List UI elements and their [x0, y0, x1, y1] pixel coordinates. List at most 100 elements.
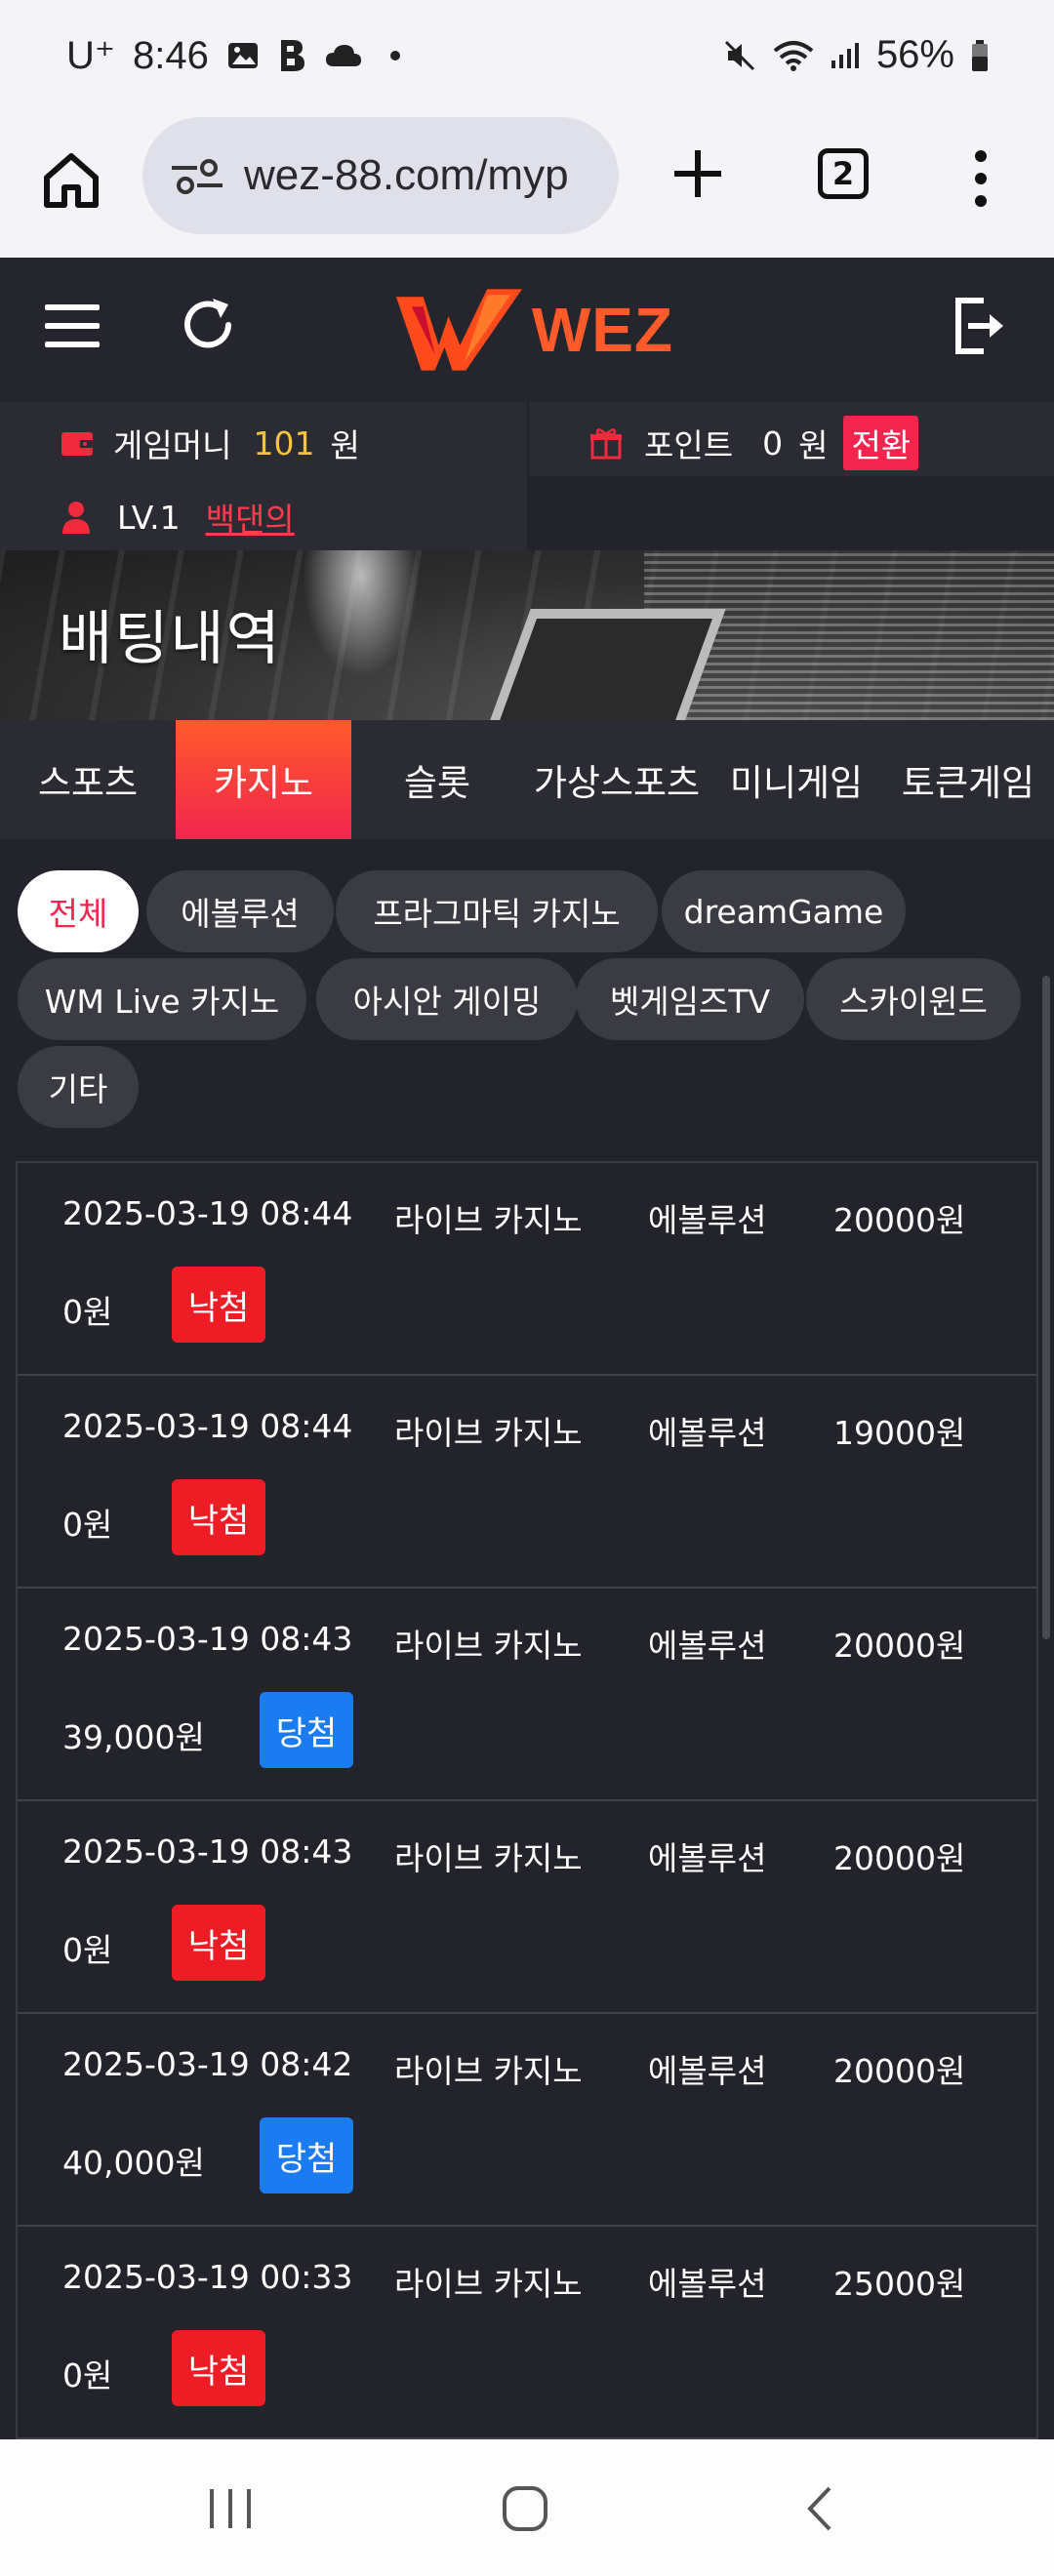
battery-percent: 56%	[875, 33, 954, 76]
bet-payout: 0원	[62, 1293, 113, 1331]
chip-wm-live[interactable]: WM Live 카지노	[18, 958, 306, 1040]
bet-datetime: 2025-03-19 08:43	[62, 1620, 353, 1658]
b-app-notification-icon	[280, 40, 304, 71]
bet-game-type: 라이브 카지노	[394, 1627, 583, 1665]
bet-amount: 20000원	[833, 1627, 966, 1665]
site-header: WEZ	[0, 258, 1054, 402]
chip-betgames[interactable]: 벳게임즈TV	[576, 958, 804, 1040]
bet-row[interactable]: 2025-03-19 08:43 라이브 카지노 에볼루션 20000원 39,…	[18, 1589, 1036, 1801]
bet-payout: 0원	[62, 2356, 113, 2395]
bet-payout: 39,000원	[62, 1718, 205, 1756]
bet-result-badge: 당첨	[260, 1692, 353, 1768]
page-title: 배팅내역	[59, 605, 282, 673]
browser-menu-button[interactable]	[966, 144, 995, 213]
chip-other[interactable]: 기타	[18, 1046, 139, 1128]
bet-payout: 40,000원	[62, 2144, 205, 2182]
page-scrollbar[interactable]	[1042, 976, 1050, 1639]
category-tabs: 스포츠 카지노 슬롯 가상스포츠 미니게임 토큰게임	[0, 720, 1054, 839]
bet-amount: 20000원	[833, 1201, 966, 1239]
home-nav-button[interactable]	[486, 2475, 564, 2543]
tab-casino[interactable]: 카지노	[176, 720, 351, 839]
point-switch-button[interactable]: 전환	[843, 416, 919, 470]
chip-dreamgame[interactable]: dreamGame	[662, 870, 906, 952]
bet-provider: 에볼루션	[648, 1201, 767, 1239]
point-row: 포인트 0 원 전환	[589, 416, 919, 470]
chip-asian-gaming[interactable]: 아시안 게이밍	[316, 958, 578, 1040]
point-label: 포인트	[644, 426, 734, 464]
notification-dot-icon	[389, 51, 400, 60]
user-icon	[62, 502, 90, 534]
signal-icon	[831, 42, 859, 68]
bet-row[interactable]: 2025-03-19 00:33 라이브 카지노 에볼루션 25000원 0원 …	[18, 2227, 1036, 2439]
system-nav-bar	[0, 2439, 1054, 2576]
bet-datetime: 2025-03-19 08:42	[62, 2045, 353, 2083]
recent-apps-button[interactable]	[191, 2475, 269, 2543]
hamburger-line-icon	[45, 342, 100, 347]
new-tab-button[interactable]	[664, 144, 732, 213]
bet-amount: 20000원	[833, 2052, 966, 2090]
bet-game-type: 라이브 카지노	[394, 1839, 583, 1877]
bet-row[interactable]: 2025-03-19 08:42 라이브 카지노 에볼루션 20000원 40,…	[18, 2014, 1036, 2227]
bet-row[interactable]: 2025-03-19 08:44 라이브 카지노 에볼루션 20000원 0원 …	[18, 1163, 1036, 1376]
bet-row[interactable]: 2025-03-19 08:44 라이브 카지노 에볼루션 19000원 0원 …	[18, 1376, 1036, 1589]
site-settings-icon[interactable]	[168, 156, 226, 195]
logout-icon[interactable]	[953, 297, 1007, 355]
bet-game-type: 라이브 카지노	[394, 2052, 583, 2090]
home-icon	[44, 153, 99, 208]
tab-slot[interactable]: 슬롯	[351, 720, 523, 839]
carrier-label: U⁺	[66, 34, 115, 77]
point-value: 0	[762, 423, 784, 463]
chip-skywind[interactable]: 스카이윈드	[806, 958, 1021, 1040]
kebab-dot-icon	[975, 173, 987, 184]
wifi-icon	[773, 40, 814, 71]
status-right: 56%	[722, 33, 990, 77]
bet-game-type: 라이브 카지노	[394, 1201, 583, 1239]
logo-mark-icon	[395, 289, 522, 371]
account-bar: 게임머니 101 원 포인트 0 원 전환 LV.1 백댄의	[0, 402, 1054, 550]
tab-token-game[interactable]: 토큰게임	[882, 720, 1054, 839]
hamburger-line-icon	[45, 304, 100, 310]
home-button[interactable]	[35, 144, 107, 217]
recent-apps-icon	[210, 2489, 251, 2528]
menu-button[interactable]	[45, 304, 100, 347]
bet-result-badge: 낙첨	[172, 1267, 265, 1343]
kebab-dot-icon	[975, 150, 987, 162]
status-bar: U⁺ 8:46 56%	[0, 0, 1054, 115]
bet-datetime: 2025-03-19 08:44	[62, 1407, 353, 1445]
bet-result-badge: 낙첨	[172, 2330, 265, 2406]
bet-datetime: 2025-03-19 00:33	[62, 2258, 353, 2296]
bet-game-type: 라이브 카지노	[394, 2265, 583, 2303]
bet-amount: 25000원	[833, 2265, 966, 2303]
address-bar[interactable]: wez-88.com/myp	[142, 117, 619, 234]
game-money-label: 게임머니	[113, 426, 232, 464]
hamburger-line-icon	[45, 323, 100, 329]
browser-toolbar: wez-88.com/myp 2	[0, 115, 1054, 258]
bet-provider: 에볼루션	[648, 2265, 767, 2303]
clock: 8:46	[133, 33, 209, 77]
bet-row[interactable]: 2025-03-19 08:43 라이브 카지노 에볼루션 20000원 0원 …	[18, 1801, 1036, 2014]
cloud-icon	[325, 45, 361, 66]
nickname-link[interactable]: 백댄의	[206, 494, 295, 541]
back-icon	[807, 2486, 831, 2531]
bet-datetime: 2025-03-19 08:44	[62, 1194, 353, 1232]
level-row: LV.1 백댄의	[61, 494, 295, 541]
bet-provider: 에볼루션	[648, 2052, 767, 2090]
chip-evolution[interactable]: 에볼루션	[146, 870, 334, 952]
tab-virtual-sports[interactable]: 가상스포츠	[523, 720, 710, 839]
chip-all[interactable]: 전체	[18, 870, 139, 952]
point-unit: 원	[798, 426, 829, 464]
game-money-unit: 원	[330, 426, 360, 464]
bet-result-badge: 당첨	[260, 2117, 353, 2194]
battery-icon	[972, 39, 988, 71]
tab-sports[interactable]: 스포츠	[0, 720, 176, 839]
site-logo[interactable]: WEZ	[390, 281, 673, 379]
chip-pragmatic[interactable]: 프라그마틱 카지노	[336, 870, 658, 952]
banner-endzone-image	[484, 609, 726, 720]
bet-provider: 에볼루션	[648, 1414, 767, 1452]
tab-switcher-button[interactable]: 2	[818, 148, 869, 199]
tab-minigame[interactable]: 미니게임	[710, 720, 882, 839]
wallet-icon	[61, 432, 93, 456]
bet-game-type: 라이브 카지노	[394, 1414, 583, 1452]
back-button[interactable]	[781, 2475, 859, 2543]
refresh-icon[interactable]	[176, 293, 240, 357]
